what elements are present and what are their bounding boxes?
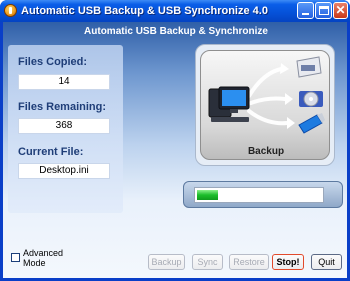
- minimize-button[interactable]: [297, 2, 314, 19]
- sync-button[interactable]: Sync: [192, 254, 223, 270]
- backup-illustration: [208, 56, 325, 134]
- app-icon[interactable]: [4, 4, 17, 17]
- minimize-icon: [302, 13, 309, 15]
- progress-bar: [194, 187, 324, 203]
- external-drive-icon: [296, 56, 322, 78]
- files-copied-label: Files Copied:: [18, 56, 88, 68]
- maximize-icon: [319, 6, 329, 15]
- arrow-icon: [247, 67, 289, 126]
- current-file-value: Desktop.ini: [18, 163, 110, 179]
- quit-button[interactable]: Quit: [311, 254, 342, 270]
- backup-label: Backup: [247, 146, 285, 157]
- maximize-button[interactable]: [315, 2, 332, 19]
- files-copied-value: 14: [18, 74, 110, 90]
- progress-fill: [197, 190, 218, 200]
- computer-icon: [208, 86, 250, 122]
- progress-panel: [183, 181, 343, 208]
- backup-button[interactable]: Backup: [148, 254, 185, 270]
- cd-icon: [299, 91, 323, 107]
- window-title: Automatic USB Backup & USB Synchronize 4…: [21, 5, 268, 17]
- files-remaining-value: 368: [18, 118, 110, 134]
- current-file-label: Current File:: [18, 146, 84, 158]
- client-area: Automatic USB Backup & Synchronize Files…: [3, 22, 347, 278]
- files-remaining-label: Files Remaining:: [18, 101, 107, 113]
- backup-tile[interactable]: Backup: [200, 50, 330, 160]
- stop-button[interactable]: Stop!: [272, 254, 304, 270]
- close-button[interactable]: ✕: [333, 2, 348, 19]
- app-banner: Automatic USB Backup & Synchronize: [84, 26, 268, 37]
- app-window: Automatic USB Backup & USB Synchronize 4…: [0, 0, 350, 281]
- title-bar[interactable]: Automatic USB Backup & USB Synchronize 4…: [0, 0, 350, 22]
- stats-panel: Files Copied: 14 Files Remaining: 368 Cu…: [8, 45, 123, 213]
- usb-drive-icon: [298, 113, 325, 134]
- restore-button[interactable]: Restore: [229, 254, 269, 270]
- backup-panel[interactable]: Backup: [195, 44, 335, 166]
- close-icon: ✕: [335, 3, 346, 17]
- advanced-mode-checkbox[interactable]: [11, 253, 20, 262]
- advanced-mode-label[interactable]: Advanced Mode: [23, 248, 63, 270]
